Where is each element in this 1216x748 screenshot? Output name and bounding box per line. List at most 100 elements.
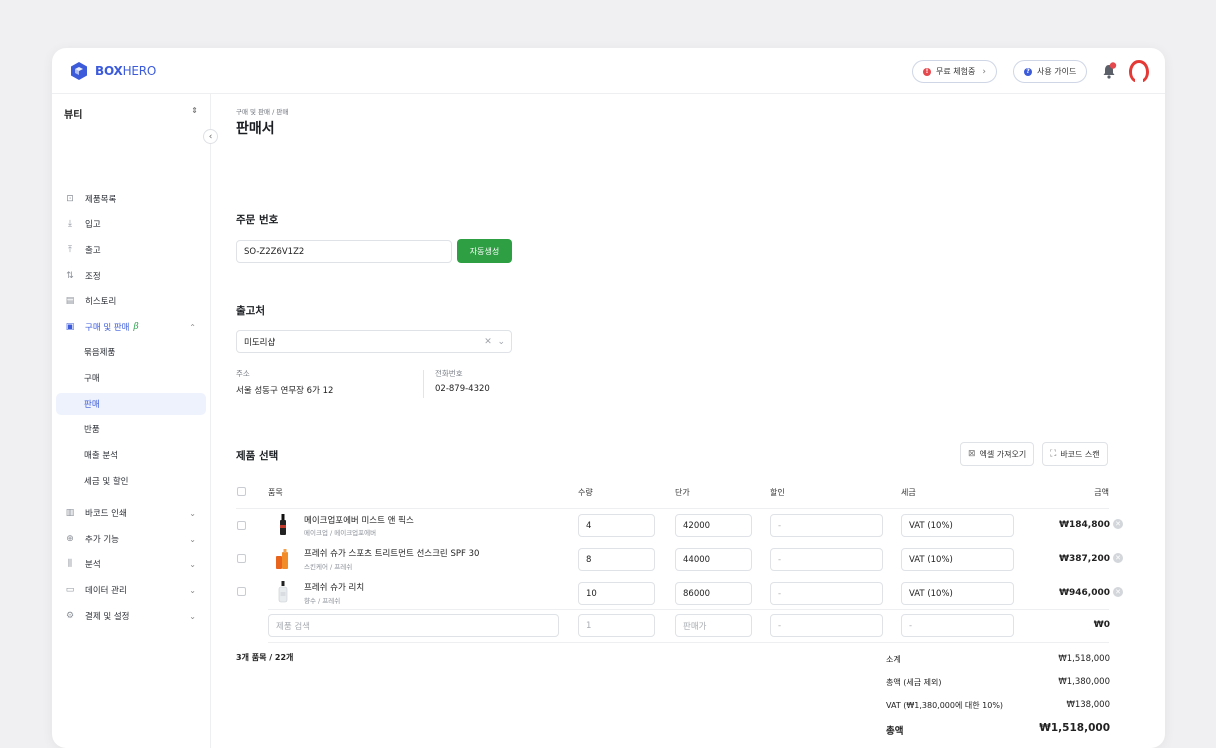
free-trial-button[interactable]: ! 무료 체험중 › [912,60,997,83]
product-category: 향수 / 프레쉬 [304,597,341,605]
sidebar-item-purchase-sales[interactable]: ▣ 구매 및 판매 β ⌃ [56,316,206,338]
price-input[interactable]: 86000 [675,582,752,605]
grand-total-value: ₩1,518,000 [1039,722,1110,734]
sidebar-item-billing-settings[interactable]: ⚙ 결제 및 설정 ⌄ [56,605,206,627]
arrow-down-icon: ⤓ [68,219,72,229]
workspace-name: 뷰티 [64,110,83,121]
chevron-down-icon: ⌄ [189,585,196,595]
barcode-icon: ▥ [65,508,75,518]
sidebar-item-data-management[interactable]: ▭ 데이터 관리 ⌄ [56,579,206,601]
row-checkbox[interactable] [237,587,246,596]
history-icon: ▤ [65,296,75,306]
sidebar-item-barcode-print[interactable]: ▥ 바코드 인쇄 ⌄ [56,502,206,524]
row-checkbox[interactable] [237,554,246,563]
tax-select[interactable]: VAT (10%) [901,548,1014,571]
excel-import-label: 엑셀 가져오기 [979,449,1027,459]
sidebar-item-sales-analysis[interactable]: 매출 분석 [56,444,206,466]
product-search-input[interactable]: 제품 검색 [268,614,559,637]
sidebar-item-stock-out[interactable]: ⤒ 출고 [56,239,206,261]
plus-circle-icon: ⊕ [66,534,74,544]
product-thumbnail [280,514,286,535]
divider [423,370,424,398]
divider [268,642,1109,643]
sidebar-item-purchase[interactable]: 구매 [56,367,206,389]
price-input[interactable]: 42000 [675,514,752,537]
qty-input[interactable]: 4 [578,514,655,537]
boxhero-logo-icon [71,62,87,80]
product-name: 프레쉬 슈가 스포츠 트리트먼트 선스크린 SPF 30 [304,549,480,559]
remove-row-icon[interactable]: ✕ [1113,587,1123,597]
destination-value: 미도리샵 [244,337,276,348]
row-checkbox[interactable] [237,521,246,530]
sidebar-item-products[interactable]: ⊡ 제품목록 [56,188,206,210]
user-guide-button[interactable]: ? 사용 가이드 [1013,60,1088,83]
sidebar-item-stock-in[interactable]: ⤓ 입고 [56,213,206,235]
qty-input[interactable]: 10 [578,582,655,605]
clear-chevron-icons[interactable]: ✕ ⌄ [484,337,505,347]
address-label: 주소 [236,369,250,378]
sidebar-item-add-ons[interactable]: ⊕ 추가 기능 ⌄ [56,528,206,550]
tax-select[interactable]: VAT (10%) [901,582,1014,605]
sort-icon: ⇕ [191,106,198,115]
chevron-down-icon: ⌄ [189,508,196,518]
logo[interactable]: BOXHERO [69,61,156,81]
excel-import-button[interactable]: ⊠ 엑셀 가져오기 [960,442,1035,466]
excel-icon: ⊠ [968,449,976,459]
sidebar-item-label: 조정 [85,272,101,282]
sidebar-item-label: 반품 [84,425,100,435]
vat-value: ₩138,000 [1066,700,1110,710]
row-amount: ₩184,800 [1059,520,1110,530]
sidebar-item-tax-discount[interactable]: 세금 및 할인 [56,470,206,492]
price-input[interactable]: 44000 [675,548,752,571]
product-category: 스킨케어 / 프레쉬 [304,563,353,571]
collapse-sidebar-button[interactable]: ‹ [203,129,218,144]
chevron-up-icon: ⌃ [189,322,196,332]
app-window: BOXHERO ! 무료 체험중 › ? 사용 가이드 뷰티 ⇕ ⊡ 제품목록 [52,48,1165,748]
discount-input[interactable]: - [770,582,883,605]
row-amount: ₩0 [1093,620,1110,630]
sidebar-item-label: 입고 [85,220,101,230]
sidebar-item-history[interactable]: ▤ 히스토리 [56,290,206,312]
sidebar-item-adjust[interactable]: ⇅ 조정 [56,265,206,287]
qty-input[interactable]: 8 [578,548,655,571]
sidebar-item-bundles[interactable]: 묶음제품 [56,341,206,363]
auto-generate-button[interactable]: 자동생성 [457,239,512,263]
barcode-scan-label: 바코드 스캔 [1060,449,1100,459]
swap-icon: ⇅ [66,271,74,281]
bell-icon[interactable] [1101,62,1117,80]
grand-total-label: 총액 [886,726,904,737]
sidebar-item-label: 분석 [85,560,101,570]
price-input[interactable]: 판매가 [675,614,752,637]
destination-select[interactable]: 미도리샵 ✕ ⌄ [236,330,512,353]
sidebar-item-label: 데이터 관리 [85,586,127,596]
discount-input[interactable]: - [770,514,883,537]
select-all-checkbox[interactable] [237,487,246,496]
discount-input[interactable]: - [770,548,883,571]
discount-input[interactable]: - [770,614,883,637]
sidebar-item-analytics[interactable]: ⫼ 분석 ⌄ [56,553,206,575]
order-number-input[interactable]: SO-Z2Z6V1Z2 [236,240,452,263]
row-amount: ₩387,200 [1059,554,1110,564]
remove-row-icon[interactable]: ✕ [1113,519,1123,529]
chevron-down-icon: ⌄ [189,534,196,544]
box-icon: ⊡ [66,194,74,204]
sidebar-item-sales[interactable]: 판매 [56,393,206,415]
sidebar-item-label: 구매 [84,374,100,384]
barcode-scan-button[interactable]: ⛶ 바코드 스캔 [1042,442,1108,466]
logo-text: BOXHERO [95,64,157,78]
header-tax: 세금 [901,488,916,497]
workspace-selector[interactable]: 뷰티 ⇕ [64,106,198,121]
qty-input[interactable]: 1 [578,614,655,637]
tax-select[interactable]: VAT (10%) [901,514,1014,537]
tax-select[interactable]: - [901,614,1014,637]
subtotal-label: 소계 [886,655,901,664]
chevron-down-icon: ⌄ [189,559,196,569]
sidebar-item-returns[interactable]: 반품 [56,418,206,440]
sidebar-item-label: 제품목록 [85,195,117,205]
avatar[interactable] [1126,58,1152,84]
remove-row-icon[interactable]: ✕ [1113,553,1123,563]
sidebar-item-label: 출고 [85,246,101,256]
database-icon: ▭ [65,585,75,595]
header-item: 품목 [268,488,283,497]
order-number-heading: 주문 번호 [236,214,279,226]
